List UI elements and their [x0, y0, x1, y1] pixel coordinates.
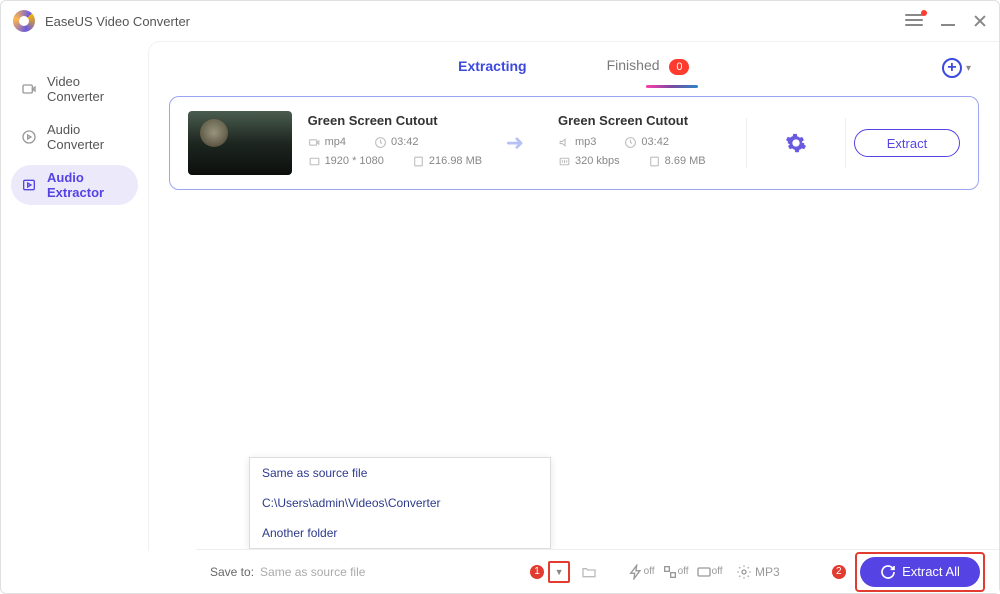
close-button[interactable] [973, 14, 987, 28]
resolution-icon [308, 155, 321, 168]
extract-all-label: Extract All [902, 564, 960, 579]
save-to-label: Save to: [210, 565, 254, 579]
source-format: mp4 [325, 136, 346, 148]
app-title: EaseUS Video Converter [45, 14, 190, 29]
tab-bar: Extracting Finished 0 + ▾ [149, 42, 999, 96]
dropdown-option[interactable]: Same as source file [250, 458, 550, 488]
camera-icon [308, 136, 321, 149]
size-icon [648, 155, 661, 168]
bottom-toolbar: Save to: Same as source file 1 ▼ off off… [196, 549, 999, 593]
annotation-marker-2: 2 [832, 565, 846, 579]
sidebar-item-label: Audio Converter [47, 122, 128, 152]
merge-toggle-button[interactable]: off [660, 559, 690, 585]
off-label: off [712, 566, 723, 577]
sidebar-item-audio-extractor[interactable]: Audio Extractor [11, 165, 138, 205]
extract-button[interactable]: Extract [854, 129, 960, 157]
dropdown-option[interactable]: Another folder [250, 518, 550, 548]
hd-toggle-button[interactable]: off [694, 559, 724, 585]
source-resolution: 1920 * 1080 [325, 155, 384, 167]
finished-count-badge: 0 [669, 59, 689, 75]
sidebar-item-video-converter[interactable]: Video Converter [11, 69, 138, 109]
target-filename: Green Screen Cutout [558, 113, 738, 128]
sidebar-item-label: Video Converter [47, 74, 128, 104]
open-folder-button[interactable] [574, 559, 604, 585]
tab-label: Extracting [458, 58, 526, 74]
save-location-dropdown: Same as source file C:\Users\admin\Video… [249, 457, 551, 549]
video-thumbnail[interactable] [188, 111, 292, 175]
video-icon [21, 80, 37, 98]
target-bitrate: 320 kbps [575, 155, 620, 167]
output-format-button[interactable]: MP3 [728, 559, 788, 585]
source-size: 216.98 MB [429, 155, 482, 167]
clock-icon [374, 136, 387, 149]
separator [845, 118, 846, 168]
tab-finished[interactable]: Finished 0 [607, 57, 690, 81]
target-duration: 03:42 [641, 136, 669, 148]
gpu-toggle-button[interactable]: off [626, 559, 656, 585]
separator [746, 118, 747, 168]
format-label: MP3 [755, 565, 780, 579]
title-bar: EaseUS Video Converter [1, 1, 999, 41]
source-info: Green Screen Cutout mp4 03:42 1920 * 108… [308, 113, 488, 174]
app-logo-icon [13, 10, 35, 32]
off-label: off [678, 566, 689, 577]
chevron-down-icon: ▾ [966, 63, 971, 74]
save-path-dropdown-toggle[interactable]: ▼ [548, 561, 570, 583]
extractor-icon [21, 176, 37, 194]
sidebar: Video Converter Audio Converter Audio Ex… [1, 41, 148, 551]
target-size: 8.69 MB [665, 155, 706, 167]
target-info: Green Screen Cutout mp3 03:42 320 kbps 8… [558, 113, 738, 174]
tab-extracting[interactable]: Extracting [458, 58, 526, 80]
annotation-marker-1: 1 [530, 565, 544, 579]
settings-gear-icon[interactable] [785, 132, 807, 154]
target-format: mp3 [575, 136, 596, 148]
plus-icon: + [942, 58, 962, 78]
hamburger-menu-button[interactable] [905, 14, 923, 28]
audio-icon [558, 136, 571, 149]
minimize-button[interactable] [941, 24, 955, 26]
dropdown-option[interactable]: C:\Users\admin\Videos\Converter [250, 488, 550, 518]
conversion-item-card: Green Screen Cutout mp4 03:42 1920 * 108… [169, 96, 979, 190]
add-file-button[interactable]: + ▾ [942, 58, 971, 78]
sidebar-item-label: Audio Extractor [47, 170, 128, 200]
arrow-right-icon: ➜ [506, 130, 524, 156]
save-path-display[interactable]: Same as source file [260, 565, 365, 579]
active-tab-underline [646, 85, 698, 88]
source-duration: 03:42 [391, 136, 419, 148]
extract-all-highlight: Extract All [855, 552, 985, 592]
bitrate-icon [558, 155, 571, 168]
extract-all-button[interactable]: Extract All [860, 557, 980, 587]
size-icon [412, 155, 425, 168]
clock-icon [624, 136, 637, 149]
refresh-icon [880, 564, 896, 580]
off-label: off [644, 566, 655, 577]
sidebar-item-audio-converter[interactable]: Audio Converter [11, 117, 138, 157]
audio-icon [21, 128, 37, 146]
tab-label: Finished [607, 57, 660, 73]
source-filename: Green Screen Cutout [308, 113, 488, 128]
